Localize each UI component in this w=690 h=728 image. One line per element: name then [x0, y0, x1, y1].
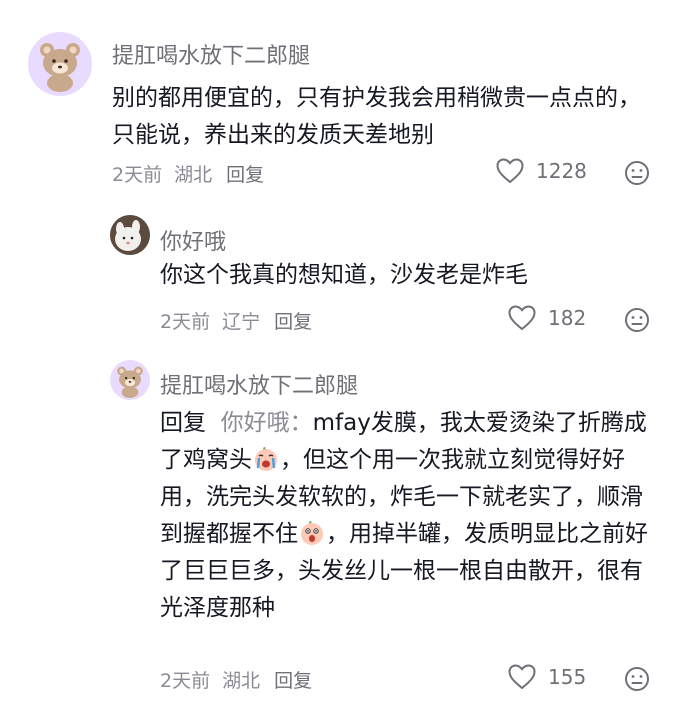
- comment-meta: 2天前 辽宁 回复: [160, 307, 324, 334]
- bear-avatar-icon: [40, 43, 80, 92]
- comment-time: 2天前: [112, 164, 163, 186]
- reply-prefix: 回复: [160, 410, 206, 436]
- user-avatar[interactable]: [28, 32, 92, 96]
- comment-username[interactable]: 提肛喝水放下二郎腿: [112, 38, 310, 70]
- comment-time: 2天前: [160, 311, 211, 333]
- dislike-button[interactable]: [624, 666, 650, 692]
- pet-avatar-icon: [110, 215, 150, 255]
- reply-button[interactable]: 回复: [226, 164, 264, 186]
- dislike-button[interactable]: [624, 307, 650, 333]
- reply-button[interactable]: 回复: [274, 670, 312, 692]
- comment-username[interactable]: 你好哦: [160, 224, 226, 256]
- like-button[interactable]: 155: [508, 664, 586, 690]
- meh-face-icon: [625, 667, 649, 691]
- bear-avatar-icon: [117, 366, 143, 398]
- user-avatar[interactable]: [110, 360, 150, 400]
- comment-text: 你这个我真的想知道，沙发老是炸毛: [160, 262, 528, 288]
- comment-location: 湖北: [174, 164, 213, 186]
- reply-button[interactable]: 回复: [274, 311, 312, 333]
- comment-meta: 2天前 湖北 回复: [160, 666, 324, 693]
- like-button[interactable]: 1228: [496, 158, 587, 184]
- comment-item: 你好哦 你这个我真的想知道，沙发老是炸毛 2天前 辽宁 回复 182: [0, 200, 690, 350]
- comment-username[interactable]: 提肛喝水放下二郎腿: [160, 368, 358, 400]
- user-avatar[interactable]: [110, 215, 150, 255]
- dislike-button[interactable]: [624, 160, 650, 186]
- comment-item: 提肛喝水放下二郎腿 别的都用便宜的，只有护发我会用稍微贵一点点的，只能说，养出来…: [0, 0, 690, 200]
- meh-face-icon: [625, 308, 649, 332]
- comment-time: 2天前: [160, 670, 211, 692]
- comment-text: 别的都用便宜的，只有护发我会用稍微贵一点点的，只能说，养出来的发质天差地别: [112, 85, 641, 148]
- like-count: 1228: [536, 159, 587, 183]
- heart-icon: [508, 305, 536, 331]
- shocked-face-emoji-icon: [299, 520, 325, 546]
- like-button[interactable]: 182: [508, 305, 586, 331]
- comment-meta: 2天前 湖北 回复: [112, 160, 276, 187]
- comment-item: 提肛喝水放下二郎腿 回复 你好哦：mfay发膜，我太爱烫染了折腾成了鸡窝头 ，但这…: [0, 350, 690, 728]
- reply-target-user[interactable]: 你好哦：: [221, 410, 313, 436]
- crying-face-emoji-icon: [253, 446, 279, 472]
- heart-icon: [496, 158, 524, 184]
- comment-location: 湖北: [222, 670, 261, 692]
- comment-text: 回复 你好哦：mfay发膜，我太爱烫染了折腾成了鸡窝头 ，但这个用一次我就立刻觉得…: [160, 405, 650, 627]
- like-count: 182: [548, 306, 587, 330]
- comment-location: 辽宁: [222, 311, 261, 333]
- like-count: 155: [548, 665, 587, 689]
- heart-icon: [508, 664, 536, 690]
- meh-face-icon: [625, 161, 649, 185]
